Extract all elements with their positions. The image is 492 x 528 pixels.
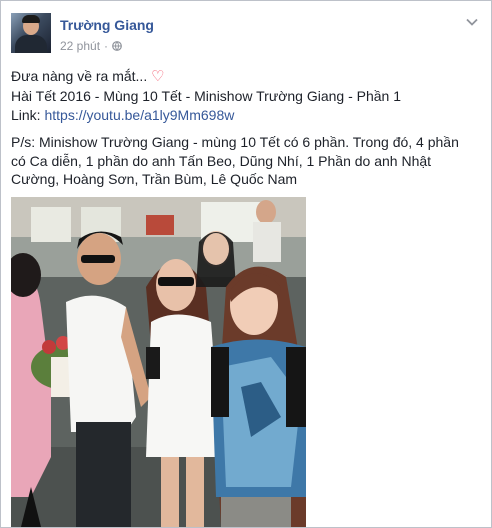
airport-group-photo — [11, 197, 306, 527]
avatar-hair — [22, 15, 40, 23]
facebook-post-card: Trường Giang 22 phút · Đưa nàng về ra mắ… — [0, 0, 492, 528]
link-label: Link: — [11, 107, 41, 123]
avatar-body — [15, 35, 47, 53]
post-line-2: Hài Tết 2016 - Mùng 10 Tết - Minishow Tr… — [11, 88, 402, 104]
post-link-line: Link: https://youtu.be/a1ly9Mm698w — [11, 106, 481, 124]
heart-icon: ♡ — [151, 68, 165, 85]
post-ps-line-1: P/s: Minishow Trường Giang - mùng 10 Tết… — [11, 134, 459, 150]
post-line-1: Đưa nàng về ra mắt... ♡ — [11, 67, 481, 86]
post-timestamp[interactable]: 22 phút — [60, 39, 100, 53]
post-ps-line-2: có Ca diễn, 1 phần do anh Tấn Beo, Dũng … — [11, 153, 432, 169]
globe-icon[interactable] — [112, 41, 122, 51]
post-caption: Đưa nàng về ra mắt... — [11, 68, 148, 84]
meta-separator: · — [104, 39, 109, 53]
author-avatar[interactable] — [11, 13, 51, 53]
chevron-down-icon[interactable] — [465, 15, 479, 29]
post-photo[interactable] — [11, 197, 306, 527]
youtube-link[interactable]: https://youtu.be/a1ly9Mm698w — [44, 107, 234, 123]
post-meta: 22 phút · — [60, 39, 122, 53]
post-ps-line-3: Cường, Hoàng Sơn, Trần Bùm, Lê Quốc Nam — [11, 171, 298, 187]
author-name-link[interactable]: Trường Giang — [60, 17, 154, 33]
